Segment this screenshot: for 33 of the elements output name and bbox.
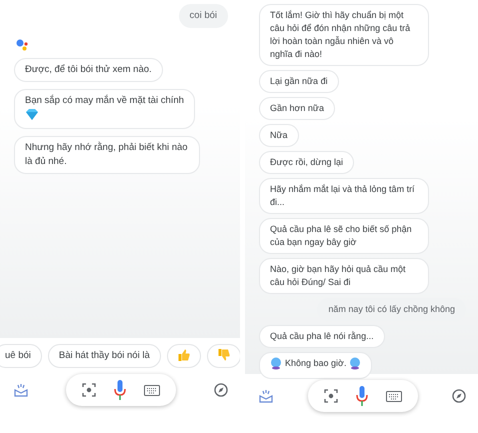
thumbs-down-icon: [218, 349, 230, 361]
compass-icon[interactable]: [214, 383, 228, 397]
assistant-message: Tốt lắm! Giờ thì hãy chuẩn bị một câu hỏi để đón nhận những câu trả lời hoàn toàn ngẫu nhiên và vô nghĩa đi nào!: [259, 4, 429, 66]
compass-icon[interactable]: [452, 389, 466, 403]
assistant-message: Quả cầu pha lê sẽ cho biết số phận của bạn ngay bây giờ: [259, 218, 429, 254]
microphone-icon[interactable]: [114, 380, 126, 400]
tray-icon[interactable]: [259, 389, 273, 403]
keyboard-icon[interactable]: [386, 390, 402, 402]
thumbs-up-icon: [178, 349, 190, 361]
message-text: Không bao giờ.: [285, 357, 346, 370]
assistant-message: Được rồi, dừng lại: [259, 151, 354, 174]
assistant-message: Hãy nhắm mắt lại và thả lỏng tâm trí đi...: [259, 178, 429, 214]
assistant-message: Lại gần nữa đi: [259, 70, 339, 93]
assistant-message: Nào, giờ bạn hãy hỏi quả cầu một câu hỏi Đúng/ Sai đi: [259, 258, 429, 294]
lens-icon[interactable]: [82, 383, 96, 397]
assistant-message: Được, để tôi bói thử xem nào.: [14, 58, 163, 82]
microphone-icon[interactable]: [356, 386, 368, 406]
lens-icon[interactable]: [324, 389, 338, 403]
assistant-message: Nữa: [259, 124, 299, 147]
keyboard-icon[interactable]: [144, 384, 160, 396]
user-message: coi bói: [178, 4, 228, 28]
assistant-message: Quả cầu pha lê nói rằng...: [259, 325, 385, 348]
suggestion-chip[interactable]: Bài hát thầy bói nói là: [48, 344, 161, 368]
orb-icon: [349, 357, 362, 370]
suggestion-chip[interactable]: uê bói: [0, 344, 42, 368]
assistant-message: Nhưng hãy nhớ rằng, phải biết khi nào là đủ nhé.: [14, 136, 200, 174]
assistant-message: Gần hơn nữa: [259, 97, 335, 120]
orb-icon: [270, 357, 282, 370]
gem-icon: [25, 108, 39, 121]
thumbs-down-button[interactable]: [206, 344, 240, 368]
thumbs-up-button[interactable]: [166, 344, 201, 368]
tray-icon[interactable]: [14, 383, 28, 397]
message-text: Bạn sắp có may mắn về mặt tài chính: [25, 94, 184, 108]
